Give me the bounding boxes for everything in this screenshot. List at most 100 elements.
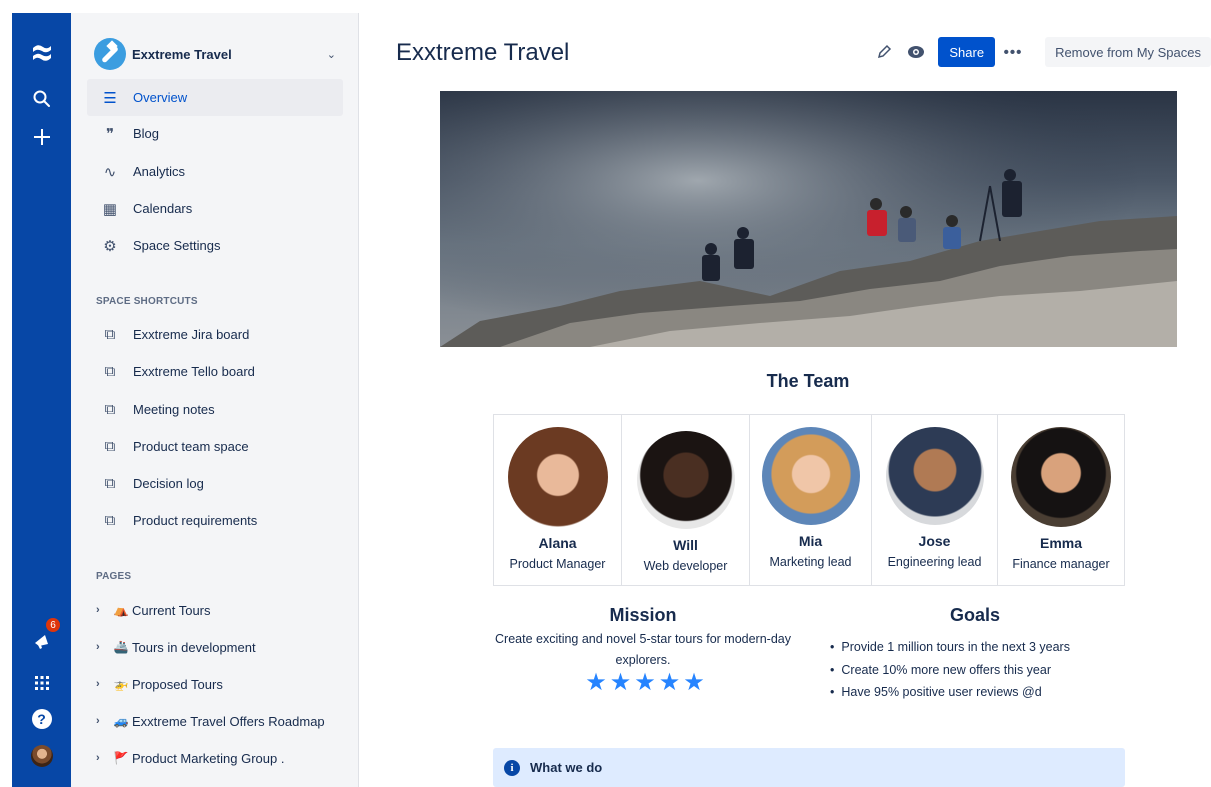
sidebar-item-blog[interactable]: ❞ Blog bbox=[87, 115, 343, 152]
team-member-card: Mia Marketing lead bbox=[750, 415, 872, 585]
shortcut-product-team-space[interactable]: ⧉ Product team space bbox=[87, 428, 343, 465]
edit-pencil-icon[interactable] bbox=[868, 37, 900, 67]
shortcut-label: Product team space bbox=[133, 439, 249, 454]
member-name: Alana bbox=[538, 535, 577, 551]
shortcut-label: Meeting notes bbox=[133, 402, 215, 417]
mission-heading: Mission bbox=[609, 605, 677, 625]
space-shortcuts-title: SPACE SHORTCUTS bbox=[96, 296, 198, 307]
page-tree-item[interactable]: › 🚁 Proposed Tours bbox=[96, 669, 356, 699]
team-member-card: Alana Product Manager bbox=[494, 415, 622, 585]
star-icon: ★ bbox=[585, 669, 607, 696]
external-link-icon: ⧉ bbox=[104, 401, 116, 418]
goal-item: Create 10% more new offers this year bbox=[830, 659, 1070, 682]
goal-item: Provide 1 million tours in the next 3 ye… bbox=[830, 636, 1070, 659]
global-navigation: 6 ? bbox=[12, 13, 71, 787]
space-name: Exxtreme Travel bbox=[132, 46, 232, 62]
chevron-right-icon[interactable]: › bbox=[96, 678, 110, 690]
plus-icon[interactable] bbox=[12, 121, 71, 153]
shortcut-label: Decision log bbox=[133, 476, 204, 491]
car-icon: 🚙 bbox=[113, 714, 129, 728]
member-role: Marketing lead bbox=[769, 555, 852, 569]
team-member-card: Emma Finance manager bbox=[998, 415, 1124, 585]
shortcut-label: Exxtreme Jira board bbox=[133, 327, 250, 342]
app-switcher-icon[interactable] bbox=[12, 667, 71, 699]
external-link-icon: ⧉ bbox=[104, 326, 116, 343]
sidebar-item-calendars[interactable]: ▦ Calendars bbox=[87, 190, 343, 227]
star-icon: ★ bbox=[658, 669, 681, 696]
external-link-icon: ⧉ bbox=[104, 363, 116, 380]
sidebar-item-label: Overview bbox=[133, 90, 188, 105]
more-actions-icon[interactable]: ••• bbox=[995, 37, 1031, 67]
confluence-logo-icon[interactable] bbox=[12, 37, 71, 69]
shortcut-label: Exxtreme Tello board bbox=[133, 364, 255, 379]
star-icon: ★ bbox=[609, 669, 632, 696]
flag-icon: 🚩 bbox=[113, 751, 129, 765]
analytics-icon: ∿ bbox=[103, 163, 117, 181]
shortcut-meeting-notes[interactable]: ⧉ Meeting notes bbox=[87, 391, 343, 428]
info-icon: i bbox=[504, 759, 520, 776]
chevron-right-icon[interactable]: › bbox=[96, 641, 110, 653]
star-icon: ★ bbox=[683, 669, 705, 696]
external-link-icon: ⧉ bbox=[104, 475, 116, 492]
page-label: Tours in development bbox=[132, 639, 256, 655]
space-switcher[interactable]: Exxtreme Travel ⌄ bbox=[94, 38, 344, 70]
sidebar-item-analytics[interactable]: ∿ Analytics bbox=[87, 153, 343, 190]
goals-list: Provide 1 million tours in the next 3 ye… bbox=[830, 636, 1070, 704]
page-tree-item[interactable]: › 🚢 Tours in development bbox=[96, 632, 356, 662]
member-role: Product Manager bbox=[509, 557, 606, 571]
calendar-icon: ▦ bbox=[102, 200, 118, 218]
shortcut-decision-log[interactable]: ⧉ Decision log bbox=[87, 465, 343, 502]
helicopter-icon: 🚁 bbox=[113, 677, 129, 691]
member-name: Emma bbox=[1039, 535, 1083, 551]
share-button[interactable]: Share bbox=[938, 37, 996, 67]
team-member-card: Will Web developer bbox=[622, 415, 750, 585]
page-toolbar: Share ••• Remove from My Spaces bbox=[868, 37, 1211, 67]
member-name: Will bbox=[673, 537, 698, 553]
profile-button[interactable] bbox=[12, 740, 71, 772]
chevron-right-icon[interactable]: › bbox=[96, 715, 110, 727]
info-panel: i What we do bbox=[493, 748, 1125, 787]
watch-eye-icon[interactable] bbox=[900, 37, 932, 67]
page-tree-item[interactable]: › 🚩 Product Marketing Group . bbox=[96, 743, 356, 773]
external-link-icon: ⧉ bbox=[104, 512, 116, 529]
chevron-right-icon[interactable]: › bbox=[96, 752, 110, 764]
shortcut-label: Product requirements bbox=[133, 513, 258, 528]
member-photo bbox=[885, 427, 984, 525]
member-photo bbox=[636, 431, 735, 529]
notifications-button[interactable]: 6 bbox=[12, 617, 71, 657]
page-label: Exxtreme Travel Offers Roadmap bbox=[132, 713, 325, 729]
goal-item: Have 95% positive user reviews @d bbox=[830, 681, 1070, 704]
search-icon[interactable] bbox=[12, 83, 71, 115]
remove-from-my-spaces-button[interactable]: Remove from My Spaces bbox=[1045, 37, 1211, 67]
sidebar-item-label: Blog bbox=[133, 126, 160, 141]
help-icon: ? bbox=[31, 709, 52, 729]
member-role: Engineering lead bbox=[887, 555, 982, 569]
page-content: Exxtreme Travel Share ••• Remove from My… bbox=[360, 13, 1211, 787]
avatar bbox=[30, 745, 53, 767]
page-tree-item[interactable]: › 🚙 Exxtreme Travel Offers Roadmap bbox=[96, 706, 356, 736]
shortcut-product-requirements[interactable]: ⧉ Product requirements bbox=[87, 502, 343, 539]
megaphone-icon bbox=[34, 635, 48, 649]
mission-text: Create exciting and novel 5-star tours f… bbox=[495, 632, 791, 667]
member-name: Jose bbox=[918, 533, 951, 549]
member-role: Web developer bbox=[643, 559, 728, 573]
shortcut-tello-board[interactable]: ⧉ Exxtreme Tello board bbox=[87, 353, 343, 390]
member-photo bbox=[507, 427, 608, 527]
overview-icon: ☰ bbox=[103, 89, 117, 107]
team-member-card: Jose Engineering lead bbox=[872, 415, 998, 585]
quote-icon: ❞ bbox=[105, 125, 115, 143]
space-sidebar: Exxtreme Travel ⌄ ☰ Overview ❞ Blog ∿ An… bbox=[71, 13, 359, 787]
chevron-right-icon[interactable]: › bbox=[96, 604, 110, 616]
page-tree-item[interactable]: › ⛺ Current Tours bbox=[96, 595, 356, 625]
help-button[interactable]: ? bbox=[12, 703, 71, 735]
member-name: Mia bbox=[798, 533, 823, 549]
page-label: Current Tours bbox=[132, 602, 211, 618]
sidebar-item-space-settings[interactable]: ⚙ Space Settings bbox=[87, 227, 343, 264]
sidebar-item-overview[interactable]: ☰ Overview bbox=[87, 79, 343, 116]
shortcut-jira-board[interactable]: ⧉ Exxtreme Jira board bbox=[87, 316, 343, 353]
hero-image bbox=[440, 91, 1177, 347]
page-label: Product Marketing Group . bbox=[132, 750, 285, 766]
tent-icon: ⛺ bbox=[113, 603, 129, 617]
member-role: Finance manager bbox=[1012, 557, 1110, 571]
star-rating: ★ ★ ★ ★ ★ bbox=[585, 671, 705, 695]
